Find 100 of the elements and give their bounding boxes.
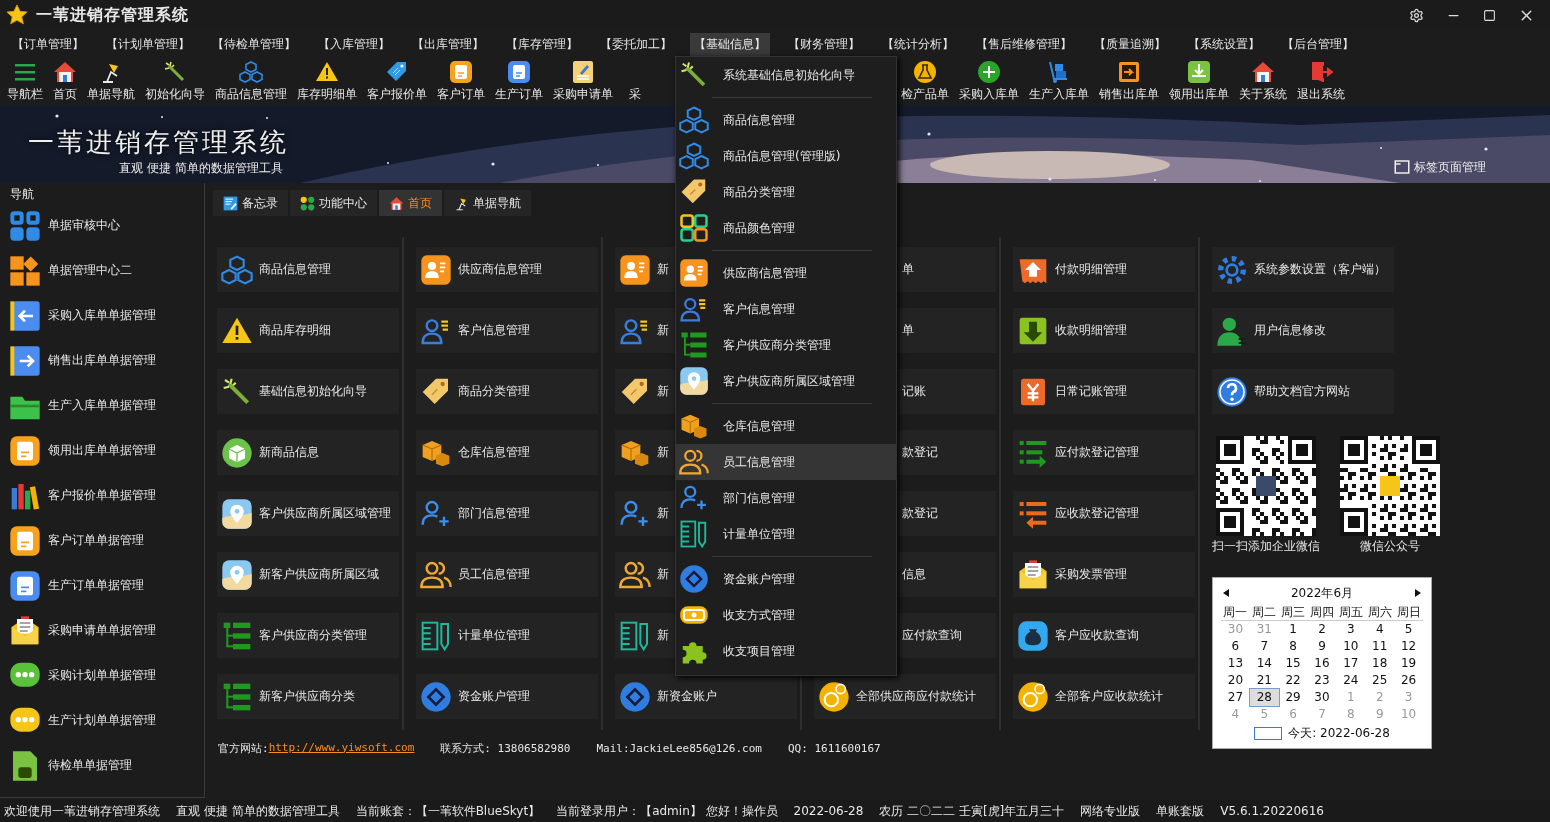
menu-item[interactable]: 【委托加工】 (596, 32, 676, 56)
function-tile[interactable]: 采购发票管理 (1013, 552, 1195, 597)
sidebar-item[interactable]: 生产计划单单据管理 (48, 712, 156, 729)
function-tile[interactable]: 新客户供应商所属区域 (217, 552, 399, 597)
calendar-day[interactable]: 22 (1278, 672, 1308, 689)
tab[interactable]: 功能中心 (290, 190, 377, 216)
menu-item[interactable]: 商品信息管理(管理版) (676, 138, 896, 174)
calendar-day[interactable]: 12 (1394, 638, 1423, 655)
function-tile[interactable]: 应付款登记管理 (1013, 430, 1195, 475)
tab-manager-button[interactable]: 标签页面管理 (1387, 157, 1492, 177)
toolbar-button[interactable]: 退出系统 (1294, 58, 1348, 103)
sidebar-item[interactable]: 采购计划单单据管理 (48, 667, 156, 684)
function-tile[interactable]: 商品信息管理 (217, 247, 399, 292)
function-tile[interactable]: 系统参数设置（客户端） (1212, 247, 1394, 292)
toolbar-button[interactable]: 采 (620, 58, 650, 103)
menu-item[interactable]: 商品信息管理 (676, 102, 896, 138)
function-tile[interactable]: 客户供应商所属区域管理 (217, 491, 399, 536)
calendar-day[interactable]: 5 (1394, 621, 1423, 638)
function-tile[interactable]: 客户供应商分类管理 (217, 613, 399, 658)
function-tile[interactable]: 员工信息管理 (416, 552, 598, 597)
today-label[interactable]: 今天: 2022-06-28 (1288, 725, 1390, 742)
calendar-day[interactable]: 15 (1278, 655, 1308, 672)
function-tile[interactable]: 客户应收款查询 (1013, 613, 1195, 658)
calendar-day[interactable]: 18 (1365, 655, 1395, 672)
calendar-day[interactable]: 24 (1336, 672, 1366, 689)
sidebar-item[interactable]: 生产入库单单据管理 (48, 397, 156, 414)
toolbar-button[interactable]: 初始化向导 (142, 58, 208, 103)
toolbar-button[interactable]: 库存明细单 (294, 58, 360, 103)
toolbar-button[interactable]: 单据导航 (84, 58, 138, 103)
calendar-day[interactable]: 20 (1221, 672, 1250, 689)
calendar-day[interactable]: 6 (1221, 638, 1250, 655)
function-tile[interactable]: 基础信息初始化向导 (217, 369, 399, 414)
function-tile[interactable]: 收款明细管理 (1013, 308, 1195, 353)
calendar-day[interactable]: 29 (1278, 689, 1308, 706)
website-link[interactable]: http://www.yiwsoft.com (268, 740, 415, 756)
function-tile[interactable]: 帮助文档官方网站 (1212, 369, 1394, 414)
menu-item[interactable]: 【系统设置】 (1184, 32, 1264, 56)
calendar-day[interactable]: 10 (1336, 638, 1366, 655)
calendar-day[interactable]: 13 (1221, 655, 1250, 672)
calendar-day[interactable]: 30 (1307, 689, 1337, 706)
toolbar-button[interactable]: 领用出库单 (1166, 58, 1232, 103)
function-tile[interactable]: 商品分类管理 (416, 369, 598, 414)
menu-item[interactable]: 【统计分析】 (878, 32, 958, 56)
toolbar-button[interactable]: 生产订单 (492, 58, 546, 103)
menu-item[interactable]: 【订单管理】 (8, 32, 88, 56)
function-tile[interactable]: 用户信息修改 (1212, 308, 1394, 353)
calendar-day[interactable]: 4 (1365, 621, 1395, 638)
tab[interactable]: 首页 (379, 190, 442, 216)
toolbar-button[interactable]: 采购入库单 (956, 58, 1022, 103)
function-tile[interactable]: 应收款登记管理 (1013, 491, 1195, 536)
settings-icon[interactable] (1409, 7, 1424, 23)
menu-item[interactable]: 【售后维修管理】 (972, 32, 1076, 56)
menu-item[interactable]: 【质量追溯】 (1090, 32, 1170, 56)
sidebar-item[interactable]: 销售出库单单据管理 (48, 352, 156, 369)
calendar-day[interactable]: 8 (1278, 638, 1308, 655)
prev-month-button[interactable] (1221, 589, 1231, 597)
menu-item[interactable]: 【基础信息】 (690, 32, 770, 56)
function-tile[interactable]: 全部供应商应付款统计 (814, 674, 996, 719)
calendar-day[interactable]: 3 (1336, 621, 1366, 638)
calendar-day[interactable]: 16 (1307, 655, 1337, 672)
calendar-day[interactable]: 17 (1336, 655, 1366, 672)
toolbar-button[interactable]: 导航栏 (4, 58, 46, 103)
function-tile[interactable]: 新资金账户 (615, 674, 797, 719)
menu-item[interactable]: 【出库管理】 (408, 32, 488, 56)
calendar-day[interactable]: 14 (1249, 655, 1279, 672)
function-tile[interactable]: 客户信息管理 (416, 308, 598, 353)
menu-item[interactable]: 【后台管理】 (1278, 32, 1358, 56)
menu-item[interactable]: 商品分类管理 (676, 174, 896, 210)
function-tile[interactable]: 全部客户应收款统计 (1013, 674, 1195, 719)
calendar-day[interactable]: 21 (1249, 672, 1279, 689)
maximize-icon[interactable] (1483, 8, 1496, 22)
calendar-day[interactable]: 19 (1394, 655, 1423, 672)
menu-item[interactable]: 【入库管理】 (314, 32, 394, 56)
toolbar-button[interactable]: 销售出库单 (1096, 58, 1162, 103)
sidebar-item[interactable]: 采购入库单单据管理 (48, 307, 156, 324)
menu-item[interactable]: 【计划单管理】 (102, 32, 194, 56)
calendar-day[interactable]: 28 (1249, 689, 1279, 706)
menu-item[interactable]: 【库存管理】 (502, 32, 582, 56)
menu-item[interactable]: 商品颜色管理 (676, 210, 896, 246)
sidebar-item[interactable]: 客户订单单据管理 (48, 532, 144, 549)
calendar-day[interactable]: 7 (1249, 638, 1279, 655)
toolbar-button[interactable]: 关于系统 (1236, 58, 1290, 103)
function-tile[interactable]: 计量单位管理 (416, 613, 598, 658)
calendar-day[interactable]: 27 (1221, 689, 1250, 706)
calendar-day[interactable]: 26 (1394, 672, 1423, 689)
toolbar-button[interactable]: 首页 (50, 58, 80, 103)
function-tile[interactable]: 商品库存明细 (217, 308, 399, 353)
calendar-day[interactable]: 23 (1307, 672, 1337, 689)
toolbar-button[interactable]: 客户订单 (434, 58, 488, 103)
sidebar-item[interactable]: 单据审核中心 (48, 217, 120, 234)
function-tile[interactable]: 付款明细管理 (1013, 247, 1195, 292)
toolbar-button[interactable]: 生产入库单 (1026, 58, 1092, 103)
toolbar-button[interactable]: 商品信息管理 (212, 58, 290, 103)
function-tile[interactable]: 日常记账管理 (1013, 369, 1195, 414)
calendar-day[interactable]: 1 (1278, 621, 1308, 638)
next-month-button[interactable] (1413, 589, 1423, 597)
function-tile[interactable]: 供应商信息管理 (416, 247, 598, 292)
function-tile[interactable]: 资金账户管理 (416, 674, 598, 719)
menu-item[interactable]: 系统基础信息初始化向导 (676, 57, 896, 93)
calendar-day[interactable]: 11 (1365, 638, 1395, 655)
